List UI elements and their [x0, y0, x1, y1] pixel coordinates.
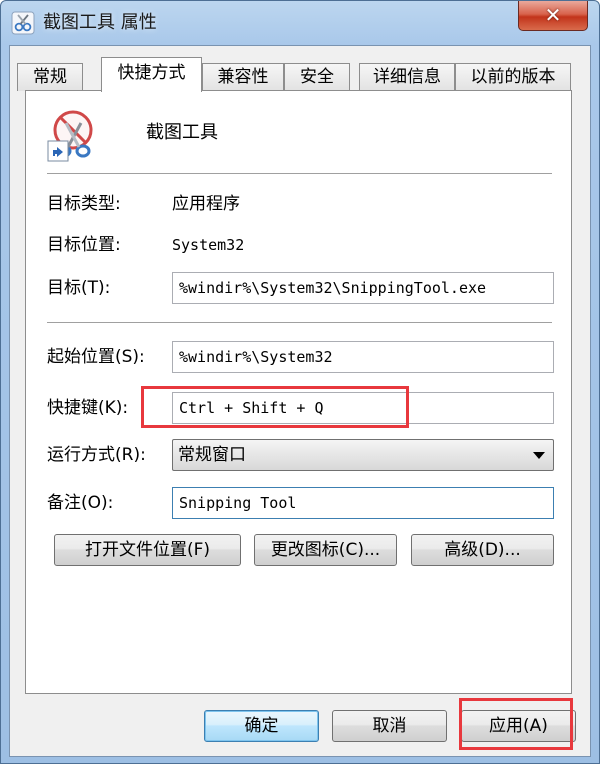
tab-previous-versions[interactable]: 以前的版本 [455, 63, 571, 91]
apply-highlight-box [459, 698, 573, 750]
tab-details[interactable]: 详细信息 [359, 63, 455, 91]
hotkey-highlight-box [141, 386, 409, 428]
change-icon-button[interactable]: 更改图标(C)... [254, 534, 397, 566]
target-location-value: System32 [172, 236, 245, 254]
close-button[interactable]: ✕ [518, 1, 588, 31]
window-title: 截图工具 属性 [43, 12, 157, 33]
target-type-label: 目标类型: [47, 194, 121, 214]
run-mode-select[interactable]: 常规窗口 [172, 439, 554, 471]
divider [47, 173, 552, 175]
target-type-value: 应用程序 [172, 194, 240, 214]
target-location-label: 目标位置: [47, 235, 121, 255]
run-mode-value: 常规窗口 [178, 445, 246, 465]
tab-general[interactable]: 常规 [17, 63, 83, 91]
title-bar[interactable]: 截图工具 属性 ✕ [1, 1, 599, 45]
tab-compatibility[interactable]: 兼容性 [202, 63, 284, 91]
scissors-icon [11, 11, 35, 35]
tab-security[interactable]: 安全 [284, 63, 350, 91]
comment-input[interactable]: Snipping Tool [172, 487, 554, 519]
divider [47, 322, 552, 324]
properties-window: 截图工具 属性 ✕ 常规 快捷方式 兼容性 安全 详细信息 以前的版本 截图工具… [0, 0, 600, 764]
app-name: 截图工具 [146, 122, 218, 143]
chevron-down-icon [533, 452, 545, 459]
target-label: 目标(T): [47, 278, 111, 298]
close-icon: ✕ [544, 3, 562, 27]
target-input[interactable]: %windir%\System32\SnippingTool.exe [172, 272, 554, 304]
start-in-label: 起始位置(S): [47, 347, 145, 367]
tab-shortcut[interactable]: 快捷方式 [101, 57, 202, 92]
cancel-button[interactable]: 取消 [332, 710, 447, 742]
open-file-location-button[interactable]: 打开文件位置(F) [54, 534, 241, 566]
ok-button[interactable]: 确定 [204, 710, 319, 742]
advanced-button[interactable]: 高级(D)... [411, 534, 554, 566]
hotkey-label: 快捷键(K): [47, 398, 129, 418]
comment-label: 备注(O): [47, 493, 114, 513]
tab-strip: 常规 快捷方式 兼容性 安全 详细信息 以前的版本 [17, 57, 587, 92]
run-mode-label: 运行方式(R): [47, 445, 146, 465]
start-in-input[interactable]: %windir%\System32 [172, 341, 554, 373]
scissors-shortcut-icon [47, 110, 93, 162]
